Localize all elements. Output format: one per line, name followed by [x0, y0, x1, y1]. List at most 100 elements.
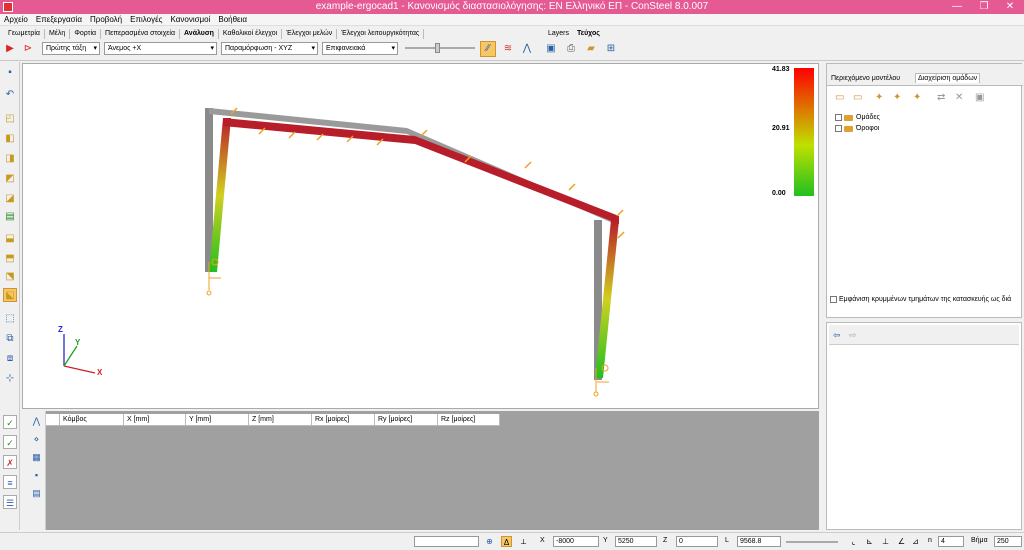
floors-checkbox[interactable]: [835, 125, 842, 132]
coord-mode-icon[interactable]: ⟂: [518, 536, 529, 547]
tab-finite-elements[interactable]: Πεπερασμένα στοιχεία: [101, 29, 180, 39]
properties-icon[interactable]: ▣: [975, 92, 984, 103]
scale-slider[interactable]: [405, 43, 475, 53]
header-rx[interactable]: Rx [μοίρες]: [312, 414, 375, 426]
select-icon[interactable]: ◰: [3, 112, 17, 126]
menu-help[interactable]: Βοήθεια: [214, 14, 251, 26]
undo-icon[interactable]: ↶: [3, 88, 17, 102]
graph-icon[interactable]: ⋀: [519, 41, 535, 57]
forward-icon[interactable]: ⇨: [849, 330, 857, 341]
header-y[interactable]: Y [mm]: [186, 414, 249, 426]
tab-layers[interactable]: Layers: [548, 30, 569, 37]
header-ry[interactable]: Ry [μοίρες]: [375, 414, 438, 426]
z-coordinate[interactable]: 0: [676, 536, 718, 547]
star-icon[interactable]: ✦: [913, 92, 921, 103]
snap-end-icon[interactable]: ⌞: [848, 536, 859, 547]
check-all-icon[interactable]: ✓: [3, 435, 17, 449]
analysis-type-select[interactable]: Πρώτης τάξη: [42, 42, 100, 55]
zoom-slider[interactable]: [786, 541, 838, 543]
menu-codes[interactable]: Κανονισμοί: [167, 14, 215, 26]
show-hidden-checkbox[interactable]: [830, 296, 837, 303]
measure-icon[interactable]: ⬚: [3, 312, 17, 326]
tab-analysis[interactable]: Ανάλυση: [180, 29, 219, 39]
close-button[interactable]: ✕: [997, 0, 1023, 14]
slider-handle[interactable]: [435, 43, 440, 53]
tab-serviceability-checks[interactable]: Έλεγχοι λειτουργικότητας: [337, 29, 425, 39]
globe-icon[interactable]: ⊕: [484, 536, 495, 547]
snap-icon[interactable]: Δ: [501, 536, 512, 547]
length-value[interactable]: 9568.8: [737, 536, 781, 547]
tab-group-management[interactable]: Διαχείριση ομάδων: [915, 73, 981, 83]
y-coordinate[interactable]: 5250: [615, 536, 657, 547]
section-icon[interactable]: ⧉: [3, 332, 17, 346]
command-input[interactable]: [414, 536, 479, 547]
step-value[interactable]: 250: [994, 536, 1022, 547]
print-icon[interactable]: ⎙: [563, 41, 579, 57]
chart-icon[interactable]: ⋀: [30, 415, 43, 428]
rotate-icon[interactable]: ⬔: [3, 270, 17, 284]
view-iso-icon[interactable]: ◪: [3, 192, 17, 206]
node-icon[interactable]: ⊹: [3, 372, 17, 386]
member-icon[interactable]: ⧈: [3, 352, 17, 366]
render-icon[interactable]: ▤: [3, 210, 17, 224]
new-folder-icon[interactable]: ✦: [875, 92, 883, 103]
snap-mid-icon[interactable]: ⊾: [864, 536, 875, 547]
export-icon[interactable]: ▤: [30, 487, 43, 500]
back-icon[interactable]: ⇦: [833, 330, 841, 341]
view-side-icon[interactable]: ◨: [3, 152, 17, 166]
minimize-button[interactable]: —: [944, 0, 970, 14]
header-node[interactable]: Κόμβος: [60, 414, 124, 426]
display-mode-select[interactable]: Επιφανειακά: [322, 42, 398, 55]
tab-geometry[interactable]: Γεωμετρία: [4, 29, 45, 39]
loadcase-select[interactable]: Άνεμος +X: [104, 42, 217, 55]
tree-item-groups[interactable]: Ομάδες: [835, 112, 880, 123]
show-hidden-option[interactable]: Εμφάνιση κρυμμένων τμημάτων της κατασκευ…: [830, 296, 1011, 303]
table-icon[interactable]: ▦: [30, 451, 43, 464]
groups-checkbox[interactable]: [835, 114, 842, 121]
tab-member-checks[interactable]: Έλεγχοι μελών: [282, 29, 338, 39]
tab-members[interactable]: Μέλη: [45, 29, 71, 39]
document-icon[interactable]: ▣: [543, 41, 559, 57]
menu-file[interactable]: Αρχείο: [0, 14, 32, 26]
structure-icon[interactable]: ⊞: [603, 41, 619, 57]
menu-edit[interactable]: Επεξεργασία: [32, 14, 86, 26]
snap-grid-icon[interactable]: ⊿: [910, 536, 921, 547]
save-table-icon[interactable]: ▪: [30, 469, 43, 482]
list-icon[interactable]: ☰: [3, 495, 17, 509]
diagram-icon[interactable]: ≋: [500, 41, 516, 57]
zoom-icon[interactable]: ⬒: [3, 252, 17, 266]
header-rz[interactable]: Rz [μοίρες]: [438, 414, 500, 426]
info-icon[interactable]: ≡: [3, 475, 17, 489]
delete-icon[interactable]: ✕: [955, 92, 963, 103]
maximize-button[interactable]: ❐: [971, 0, 997, 14]
error-icon[interactable]: ✗: [3, 455, 17, 469]
tree-item-floors[interactable]: Όροφοι: [835, 123, 880, 134]
run-analysis-icon[interactable]: ▶: [2, 41, 18, 57]
menu-options[interactable]: Επιλογές: [126, 14, 166, 26]
menu-view[interactable]: Προβολή: [86, 14, 126, 26]
zoom-chart-icon[interactable]: ⋄: [30, 433, 43, 446]
save-icon[interactable]: ▪: [3, 66, 17, 80]
move-icon[interactable]: ⇄: [937, 92, 945, 103]
new-item-icon[interactable]: ✦: [893, 92, 901, 103]
view-top-icon[interactable]: ◩: [3, 172, 17, 186]
snap-angle-icon[interactable]: ∠: [896, 536, 907, 547]
header-z[interactable]: Z [mm]: [249, 414, 312, 426]
tab-loads[interactable]: Φορτία: [70, 29, 102, 39]
x-coordinate[interactable]: -8000: [553, 536, 599, 547]
result-type-select[interactable]: Παραμόρφωση - XYZ: [221, 42, 318, 55]
run-selected-icon[interactable]: ⊳: [20, 41, 36, 57]
frame-model[interactable]: Z X Y: [23, 64, 820, 410]
header-x[interactable]: X [mm]: [124, 414, 186, 426]
add-floor-icon[interactable]: ▭: [853, 92, 862, 103]
n-value[interactable]: 4: [938, 536, 964, 547]
tab-global-checks[interactable]: Καθολικοί έλεγχοι: [219, 29, 283, 39]
folder-icon[interactable]: ▰: [583, 41, 599, 57]
check-icon[interactable]: ✓: [3, 415, 17, 429]
pan-icon[interactable]: ⬓: [3, 232, 17, 246]
view-front-icon[interactable]: ◧: [3, 132, 17, 146]
fit-view-icon[interactable]: ⬕: [3, 288, 17, 302]
add-group-icon[interactable]: ▭: [835, 92, 844, 103]
snap-perp-icon[interactable]: ⊥: [880, 536, 891, 547]
tab-model-content[interactable]: Περιεχόμενο μοντέλου: [831, 75, 900, 82]
